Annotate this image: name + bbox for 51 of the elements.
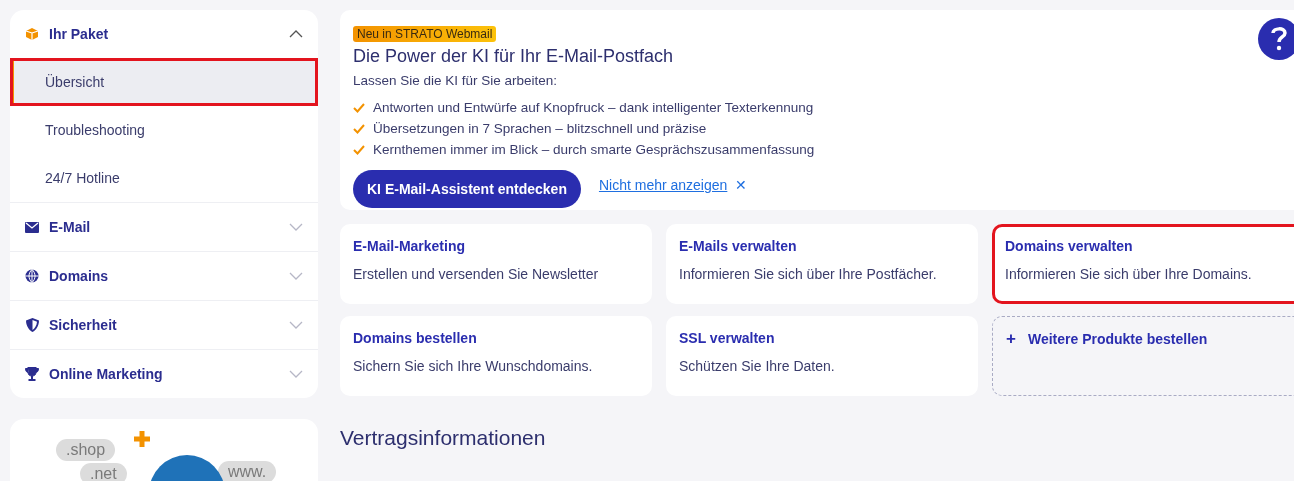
dismiss-link[interactable]: Nicht mehr anzeigen [598,177,728,193]
product-tile[interactable]: Domains verwalten Informieren Sie sich über Ihre Domains. [992,224,1294,304]
tile-description: Informieren Sie sich über Ihre Postfächer. [679,266,938,282]
discover-button[interactable]: KI E-Mail-Assistent entdecken [353,170,581,208]
tile-title: E-Mails verwalten [679,238,798,254]
checkmark-icon [353,102,365,113]
shield-icon [25,318,39,332]
trophy-icon [25,367,39,381]
tile-title: E-Mail-Marketing [353,238,466,254]
nav-item[interactable]: Übersicht [10,58,318,106]
product-tile[interactable]: E-Mails verwalten Informieren Sie sich über Ihre Postfächer. [666,224,978,304]
chevron-down-icon [289,272,303,280]
new-badge: Neu in STRATO Webmail [353,26,497,42]
promo-title: Die Power der KI für Ihr E-Mail-Postfach [353,46,674,67]
product-tile[interactable]: SSL verwalten Schützen Sie Ihre Daten. [666,316,978,396]
nav-section[interactable]: E-Mail [10,203,318,251]
nav-section[interactable]: Online Marketing [10,350,318,398]
chevron-down-icon [289,321,303,329]
box-icon [25,27,39,41]
tile-description: Erstellen und versenden Sie Newsletter [353,266,600,282]
envelope-icon [25,221,39,233]
add-products-tile[interactable]: + Weitere Produkte bestellen [992,316,1294,396]
chevron-down-icon [289,223,303,231]
checkmark-icon [353,144,365,155]
tile-description: Informieren Sie sich über Ihre Domains. [1005,266,1253,282]
checkmark-icon [353,123,365,134]
tile-title: SSL verwalten [679,330,776,346]
nav-section[interactable]: Sicherheit [10,301,318,349]
product-tile[interactable]: E-Mail-Marketing Erstellen und versenden Sie Newsletter [340,224,652,304]
tile-description: Sichern Sie sich Ihre Wunschdomains. [353,358,594,374]
nav-section[interactable]: Domains [10,252,318,300]
feature-text: Kernthemen immer im Blick – durch smarte Gesprächszusammenfassung [373,141,815,159]
tile-title: Weitere Produkte bestellen [1027,331,1208,347]
section-heading: Vertragsinformationen [340,426,547,450]
domain-illustration: .shop .net www. [10,419,318,481]
nav-section[interactable]: Ihr Paket [10,10,318,58]
plus-icon: + [1006,331,1016,347]
close-icon[interactable]: ✕ [735,177,748,193]
chevron-up-icon [289,30,303,38]
nav-item[interactable]: 24/7 Hotline [10,154,318,202]
feature-text: Übersetzungen in 7 Sprachen – blitzschnell und präzise [373,120,707,138]
tile-title: Domains verwalten [1005,238,1134,254]
nav-item[interactable]: Troubleshooting [10,106,318,154]
promo-intro: Lassen Sie die KI für Sie arbeiten: [353,73,558,88]
tile-title: Domains bestellen [353,330,478,346]
tile-description: Schützen Sie Ihre Daten. [679,358,836,374]
chevron-down-icon [289,370,303,378]
feature-text: Antworten und Entwürfe auf Knopfruck – dank intelligenter Texterkennung [373,99,814,117]
globe-icon [25,269,39,283]
product-tile[interactable]: Domains bestellen Sichern Sie sich Ihre Wunschdomains. [340,316,652,396]
help-icon [1270,26,1288,52]
